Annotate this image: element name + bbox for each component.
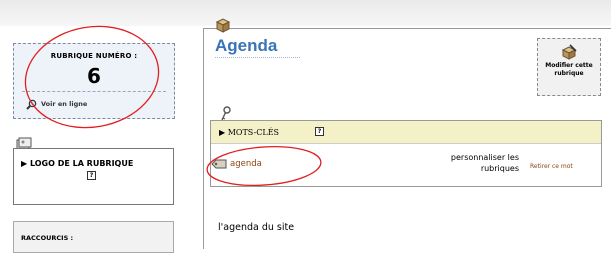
rubrique-number: 6: [87, 64, 101, 88]
rubrique-number-label: RUBRIQUE NUMÉRO :: [50, 52, 138, 60]
keyword-tag-icon: [211, 159, 227, 169]
divider: [22, 91, 166, 92]
voir-en-ligne-link[interactable]: Voir en ligne: [26, 97, 87, 111]
raccourcis-label: RACCOURCIS :: [21, 234, 74, 242]
mots-cles-header: ▶ MOTS-CLÉS ?: [211, 121, 601, 144]
raccourcis-box: RACCOURCIS :: [13, 221, 174, 253]
voir-en-ligne-label: Voir en ligne: [41, 100, 88, 108]
retirer-mot-link[interactable]: Retirer ce mot: [530, 163, 573, 170]
logo-rubrique-box[interactable]: ▶ LOGO DE LA RUBRIQUE ?: [13, 148, 174, 205]
modify-rubrique-button[interactable]: Modifier cette rubrique: [537, 38, 601, 96]
mots-cles-panel: ▶ MOTS-CLÉS ? agenda personnaliser les r…: [210, 120, 602, 187]
help-icon[interactable]: ?: [315, 127, 324, 136]
modify-rubrique-label: Modifier cette rubrique: [545, 62, 593, 77]
help-icon[interactable]: ?: [87, 171, 96, 180]
keyword-link-agenda[interactable]: agenda: [211, 159, 262, 169]
rubrique-number-box: RUBRIQUE NUMÉRO : 6 Voir en ligne: [13, 43, 175, 119]
page-title: Agenda: [215, 36, 278, 55]
top-band: [0, 0, 611, 26]
box-icon: [215, 18, 231, 33]
rubrique-description: l'agenda du site: [218, 222, 295, 233]
logo-rubrique-title: ▶ LOGO DE LA RUBRIQUE: [21, 159, 134, 168]
title-underline: [215, 57, 300, 58]
mots-cles-title[interactable]: ▶ MOTS-CLÉS: [219, 128, 279, 137]
keyword-label: agenda: [230, 159, 262, 169]
personnaliser-rubriques-link[interactable]: personnaliser les rubriques: [447, 152, 519, 174]
pencil-box-icon: [561, 44, 577, 60]
magnifier-icon: [26, 99, 37, 110]
